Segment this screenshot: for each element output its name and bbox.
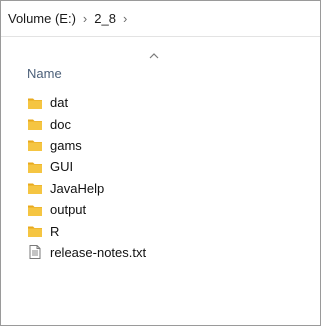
item-name: release-notes.txt [50,244,147,260]
folder-item[interactable]: GUI [1,156,320,177]
file-item[interactable]: release-notes.txt [1,242,320,263]
item-name: JavaHelp [50,180,105,196]
breadcrumb-volume[interactable]: Volume (E:) [8,11,76,26]
folder-icon [28,119,42,131]
breadcrumb-folder[interactable]: 2_8 [94,11,116,26]
item-name: R [50,223,60,239]
item-name: GUI [50,159,74,175]
file-list: dat doc gams GUI JavaHelp output Rrelease-note… [1,92,320,263]
breadcrumb-separator-icon[interactable]: › [123,11,127,26]
folder-item[interactable]: output [1,199,320,220]
item-name: gams [50,137,82,153]
folder-icon [28,98,42,109]
folder-item[interactable]: JavaHelp [1,178,320,199]
folder-icon [28,226,42,238]
item-name: doc [50,116,71,132]
breadcrumb-separator-icon[interactable]: › [83,11,87,26]
folder-icon [28,162,42,173]
folder-item[interactable]: R [1,220,320,241]
explorer-window: Volume (E:) › 2_8 › Name dat doc gams GUI Ja… [0,0,321,326]
column-header: Name [1,38,320,88]
folder-icon [28,205,42,216]
folder-item[interactable]: gams [1,135,320,156]
folder-icon [28,140,42,152]
item-name: dat [50,95,69,111]
folder-icon [28,183,42,195]
address-bar[interactable]: Volume (E:) › 2_8 › [1,1,320,37]
folder-item[interactable]: doc [1,113,320,134]
sort-ascending-icon [149,53,159,59]
text-file-icon [29,245,41,260]
folder-item[interactable]: dat [1,92,320,113]
item-name: output [50,202,87,218]
name-column-header[interactable]: Name [27,66,62,81]
